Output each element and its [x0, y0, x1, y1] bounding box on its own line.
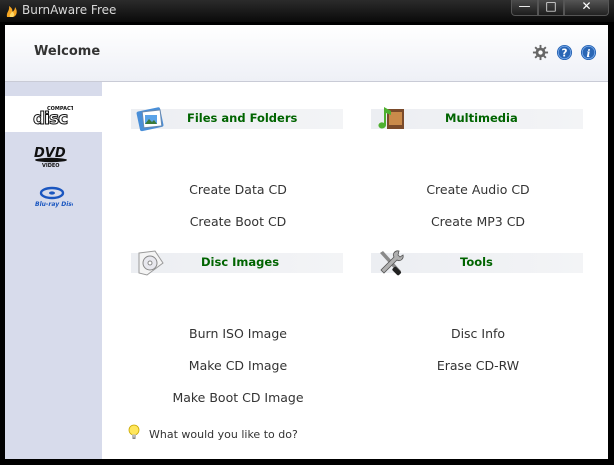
section-title: Multimedia — [445, 111, 518, 125]
svg-text:?: ? — [561, 47, 567, 59]
sidebar: COMPACT disc DVD VIDEO Blu-ray Disc — [5, 82, 102, 459]
app-flame-icon — [6, 6, 17, 17]
hint-text: What would you like to do? — [149, 428, 298, 441]
compact-disc-logo-icon: COMPACT disc — [33, 106, 73, 126]
window-title: BurnAware Free — [22, 3, 117, 17]
svg-text:Blu-ray Disc: Blu-ray Disc — [35, 201, 73, 208]
section-disc-images: Disc Images Burn ISO Image Make CD Image… — [131, 247, 345, 407]
maximize-icon: □ — [545, 0, 557, 13]
section-files-and-folders: Files and Folders Create Data CD Create … — [131, 103, 345, 229]
create-audio-cd-link[interactable]: Create Audio CD — [371, 182, 585, 197]
blu-ray-disc-logo-icon: Blu-ray Disc — [35, 186, 73, 208]
music-note-film-icon — [378, 107, 404, 129]
svg-text:VIDEO: VIDEO — [42, 163, 60, 168]
wrench-screwdriver-icon — [380, 250, 404, 276]
close-icon: ✕ — [581, 0, 592, 13]
maximize-button[interactable]: □ — [538, 0, 564, 16]
disc-info-link[interactable]: Disc Info — [371, 326, 585, 341]
create-mp3-cd-link[interactable]: Create MP3 CD — [371, 214, 585, 229]
sidebar-item-bluray[interactable]: Blu-ray Disc — [5, 176, 102, 212]
minimize-icon: — — [518, 0, 531, 13]
section-tools: Tools Disc Info Erase CD-RW — [371, 247, 585, 373]
svg-text:i: i — [587, 48, 591, 60]
sidebar-item-dvd[interactable]: DVD VIDEO — [5, 136, 102, 172]
section-title: Tools — [460, 255, 493, 269]
create-data-cd-link[interactable]: Create Data CD — [131, 182, 345, 197]
erase-cd-rw-link[interactable]: Erase CD-RW — [371, 358, 585, 373]
lightbulb-icon — [128, 424, 140, 439]
title-bar[interactable]: BurnAware Free — □ ✕ — [0, 0, 614, 22]
section-multimedia: Multimedia Create Audio CD Create MP3 CD — [371, 103, 585, 229]
dvd-video-logo-icon: DVD VIDEO — [34, 146, 67, 168]
make-cd-image-link[interactable]: Make CD Image — [131, 358, 345, 373]
make-boot-cd-image-link[interactable]: Make Boot CD Image — [131, 390, 345, 405]
page-title: Welcome — [34, 44, 101, 59]
folder-documents-icon — [136, 107, 164, 132]
info-icon[interactable]: i — [580, 44, 597, 61]
burn-iso-image-link[interactable]: Burn ISO Image — [131, 326, 345, 341]
help-icon[interactable]: ? — [556, 44, 573, 61]
close-button[interactable]: ✕ — [564, 0, 609, 16]
main-window: Welcome ? i COMPACT disc DVD VIDEO Blu-r… — [4, 24, 609, 460]
create-boot-cd-link[interactable]: Create Boot CD — [131, 214, 345, 229]
header-bar: Welcome ? i — [5, 25, 608, 82]
minimize-button[interactable]: — — [511, 0, 538, 16]
section-title: Disc Images — [201, 255, 280, 269]
svg-text:disc: disc — [33, 109, 67, 126]
section-title: Files and Folders — [187, 111, 298, 125]
sidebar-item-cd[interactable]: COMPACT disc — [5, 96, 102, 132]
gear-icon[interactable] — [532, 44, 549, 61]
disc-image-icon — [138, 250, 164, 276]
